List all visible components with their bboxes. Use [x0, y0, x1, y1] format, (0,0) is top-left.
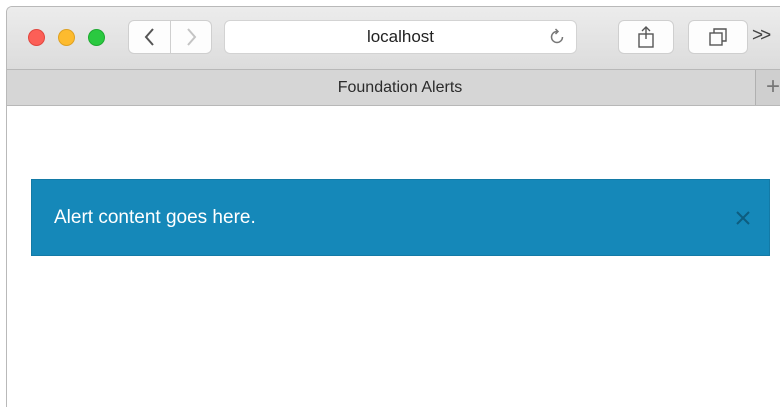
alert-message: Alert content goes here. — [54, 207, 256, 228]
close-icon — [736, 211, 750, 225]
page-content: Alert content goes here. — [7, 106, 780, 407]
zoom-window-button[interactable] — [88, 29, 105, 46]
chevron-left-icon — [144, 28, 154, 46]
show-tabs-button[interactable] — [688, 20, 748, 54]
share-icon — [638, 26, 654, 48]
new-tab-button[interactable]: + — [755, 70, 780, 105]
browser-toolbar: localhost >> — [7, 7, 780, 69]
tabs-icon — [709, 28, 727, 46]
address-text: localhost — [366, 27, 435, 46]
alert-close-button[interactable] — [731, 206, 755, 230]
chevron-right-icon — [187, 28, 197, 46]
browser-window: localhost >> Foundation Alerts + Alert c… — [6, 6, 780, 407]
back-button[interactable] — [128, 20, 171, 54]
tab-bar: Foundation Alerts + — [7, 69, 780, 106]
forward-button[interactable] — [171, 20, 212, 54]
reload-icon[interactable] — [548, 28, 566, 46]
close-window-button[interactable] — [28, 29, 45, 46]
share-button[interactable] — [618, 20, 674, 54]
toolbar-overflow-button[interactable]: >> — [752, 25, 771, 47]
alert-box: Alert content goes here. — [31, 179, 770, 256]
minimize-window-button[interactable] — [58, 29, 75, 46]
address-bar[interactable]: localhost — [224, 20, 577, 54]
tab-title[interactable]: Foundation Alerts — [7, 70, 780, 105]
